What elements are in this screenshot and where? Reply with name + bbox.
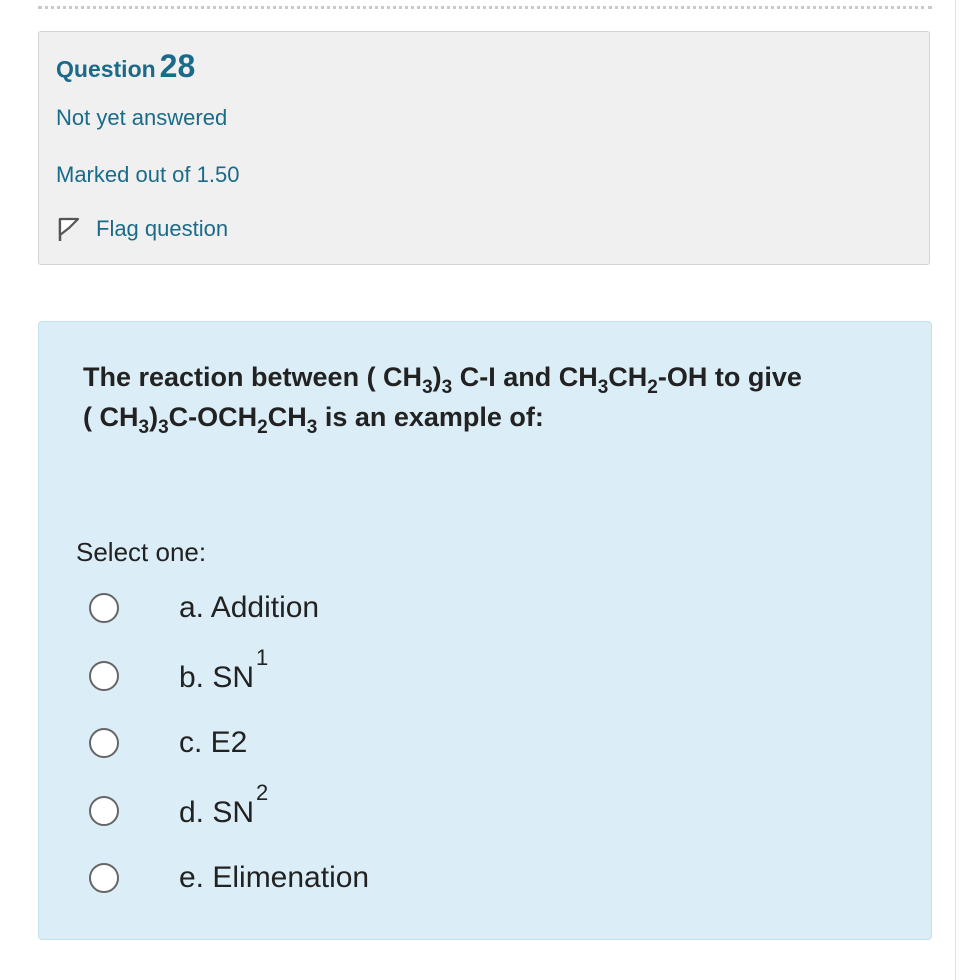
qtext-part: -OH to give [657,362,802,392]
qtext-sub: 2 [257,417,268,438]
question-label: Question [56,56,156,82]
answer-option-c[interactable]: c. E2 [89,726,247,759]
answer-label-e[interactable]: e. Elimenation [179,861,369,895]
answer-option-a[interactable]: a. Addition [89,591,319,624]
question-text: The reaction between ( CH3)3 C-I and CH3… [83,357,883,437]
answer-label-c[interactable]: c. E2 [179,726,247,760]
answer-superscript: 1 [256,644,269,670]
qtext-sub: 3 [422,377,433,398]
qtext-part: The reaction between ( CH [83,362,423,392]
answer-option-e[interactable]: e. Elimenation [89,861,369,894]
qtext-part: C-OCH [168,402,258,432]
answer-text: e. Elimenation [179,861,370,894]
qtext-sub: 2 [647,377,658,398]
flag-question-label: Flag question [96,216,229,241]
qtext-part: ) [149,402,159,432]
radio-button-e[interactable] [89,863,119,893]
answer-label-d[interactable]: d. SN2 [179,781,268,830]
answer-text: b. SN [179,660,255,694]
qtext-part: is an example of: [317,402,544,432]
qtext-sub: 3 [306,417,318,438]
answer-text: c. E2 [179,726,248,759]
answer-option-b[interactable]: b. SN1 [89,646,268,694]
radio-button-b[interactable] [89,661,119,691]
top-dotted-divider [38,6,932,9]
answer-label-a[interactable]: a. Addition [179,591,319,625]
qtext-part: CH [608,362,648,392]
radio-button-d[interactable] [89,796,119,826]
qtext-sub: 3 [158,417,169,438]
qtext-sub: 3 [138,417,150,438]
flag-icon [58,217,80,241]
answer-text: d. SN [179,795,255,829]
qtext-sub: 3 [597,377,609,398]
radio-button-a[interactable] [89,593,119,623]
answer-superscript: 2 [256,779,269,805]
qtext-sub: 3 [441,377,453,398]
question-number: 28 [159,48,196,84]
question-state: Not yet answered [56,105,228,130]
right-border [955,0,956,980]
qtext-part: ) [432,362,442,392]
answer-label-b[interactable]: b. SN1 [179,646,268,695]
question-heading: Question 28 [56,48,195,85]
question-grade: Marked out of 1.50 [56,162,240,187]
qtext-part: CH [267,402,307,432]
qtext-part: C-I and CH [452,362,598,392]
radio-button-c[interactable] [89,728,119,758]
question-content-panel: The reaction between ( CH3)3 C-I and CH3… [38,321,932,940]
qtext-part: ( CH [83,402,139,432]
select-one-prompt: Select one: [76,537,207,567]
answer-option-d[interactable]: d. SN2 [89,781,268,829]
answer-text: a. Addition [179,591,320,624]
flag-question-button[interactable]: Flag question [56,215,228,243]
question-info-panel: Question 28 Not yet answered Marked out o… [38,31,930,265]
